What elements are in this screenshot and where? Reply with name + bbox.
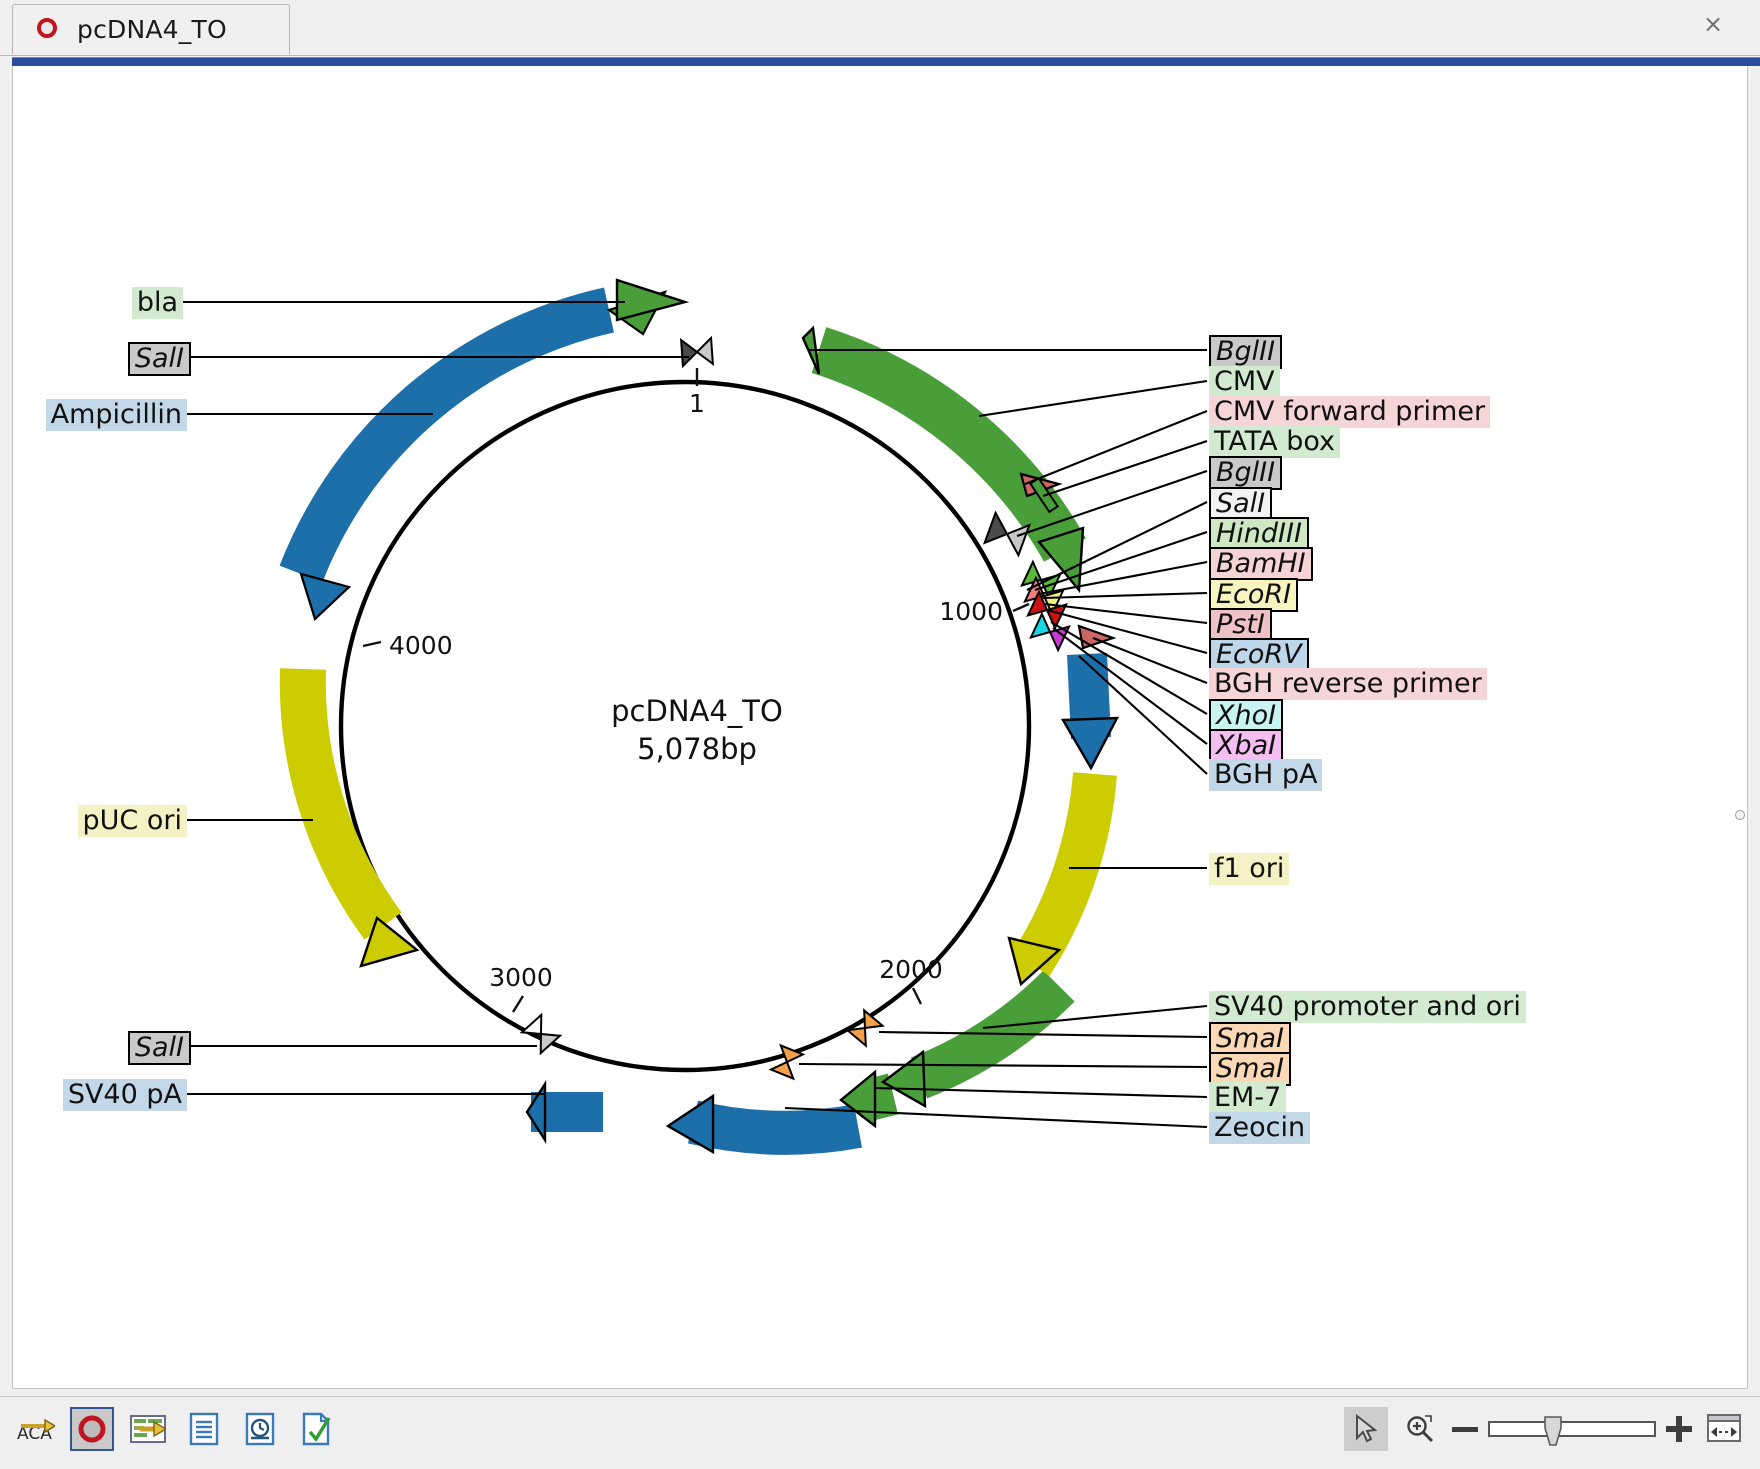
feature-label[interactable]: CMV forward primer	[1209, 396, 1491, 428]
enzyme-site-label[interactable]: SmaI	[1209, 1052, 1291, 1086]
map-size: 5,078bp	[637, 732, 757, 766]
enzyme-site-label[interactable]: BglII	[1209, 456, 1283, 490]
tick-label-4000: 4000	[389, 631, 453, 660]
fit-width-icon[interactable]	[1702, 1407, 1746, 1451]
plasmid-ring-icon	[35, 16, 63, 44]
feature-label[interactable]: SV40 promoter and ori	[1209, 991, 1526, 1023]
ruler-origin: 1	[689, 368, 705, 418]
enzyme-site-label[interactable]: BglII	[1209, 335, 1283, 369]
sequence-icon[interactable]	[126, 1407, 170, 1451]
feature-label[interactable]: TATA box	[1209, 426, 1341, 458]
feature-label[interactable]: bla	[131, 287, 183, 319]
translate-icon[interactable]: ACA	[14, 1407, 58, 1451]
enzyme-site-label[interactable]: BamHI	[1209, 547, 1313, 581]
ruler-3000: 3000	[489, 963, 553, 1013]
zoom-in-icon[interactable]	[1666, 1416, 1692, 1442]
close-icon[interactable]: ×	[1702, 12, 1724, 36]
feature-label[interactable]: EM-7	[1209, 1082, 1287, 1114]
tab-underline	[0, 55, 1760, 56]
tick-label-2000: 2000	[879, 955, 943, 984]
enzyme-site-label[interactable]: PstI	[1209, 608, 1272, 642]
feature-label[interactable]: CMV	[1209, 366, 1280, 398]
ruler-4000: 4000	[362, 631, 453, 660]
bottom-toolbar: ACA	[0, 1396, 1760, 1469]
tick-label-3000: 3000	[489, 963, 553, 992]
enzyme-site-label[interactable]: XbaI	[1209, 729, 1284, 763]
zoom-tool-icon[interactable]	[1398, 1407, 1442, 1451]
zoom-slider[interactable]	[1488, 1416, 1656, 1446]
zoom-slider-thumb	[1544, 1416, 1562, 1446]
feature-label[interactable]: pUC ori	[77, 805, 187, 837]
tab-pcdna4-to[interactable]: pcDNA4_TO	[12, 4, 290, 54]
active-document-bar	[12, 58, 1760, 66]
enzyme-site-label[interactable]: EcoRI	[1209, 578, 1299, 612]
plasmid-viewer-window: pcDNA4_TO × .lead{stroke:#000;stroke-wid…	[0, 0, 1760, 1469]
enzyme-site-label[interactable]: SalI	[127, 342, 191, 376]
ruler-2000: 2000	[879, 955, 943, 1005]
map-canvas[interactable]: .lead{stroke:#000;stroke-width:2.1;fill:…	[12, 66, 1748, 1389]
feature-label[interactable]: BGH pA	[1209, 759, 1323, 791]
pointer-tool-icon[interactable]	[1344, 1407, 1388, 1451]
zoom-slider-track[interactable]	[1488, 1416, 1656, 1446]
enzymes-icon[interactable]	[182, 1407, 226, 1451]
enzyme-site-label[interactable]: EcoRV	[1209, 638, 1309, 672]
check-doc-icon[interactable]	[294, 1407, 338, 1451]
tab-bar: pcDNA4_TO ×	[0, 0, 1760, 56]
tick-label-1: 1	[689, 389, 705, 418]
enzyme-site-label[interactable]: XhoI	[1209, 699, 1284, 733]
ruler-1000: 1000	[939, 597, 1030, 626]
tick-label-1000: 1000	[939, 597, 1003, 626]
history-icon[interactable]	[238, 1407, 282, 1451]
site-marker-sali-top	[679, 335, 715, 369]
zoom-out-icon[interactable]	[1452, 1426, 1478, 1432]
enzyme-site-label[interactable]: SmaI	[1209, 1022, 1291, 1056]
plasmid-map-icon[interactable]	[70, 1407, 114, 1451]
tab-label: pcDNA4_TO	[77, 15, 227, 44]
map-name: pcDNA4_TO	[611, 694, 783, 728]
feature-label[interactable]: Zeocin	[1209, 1112, 1311, 1144]
feature-label[interactable]: Ampicillin	[45, 399, 187, 431]
feature-label[interactable]: f1 ori	[1209, 853, 1290, 885]
enzyme-site-label[interactable]: SalI	[127, 1031, 191, 1065]
enzyme-site-label[interactable]: HindIII	[1209, 517, 1309, 551]
vertical-scroll-nub[interactable]	[1735, 810, 1745, 836]
plasmid-map-svg: .lead{stroke:#000;stroke-width:2.1;fill:…	[177, 278, 1208, 1155]
feature-label[interactable]: SV40 pA	[62, 1079, 187, 1111]
enzyme-site-label[interactable]: SalI	[1209, 487, 1273, 521]
feature-label[interactable]: BGH reverse primer	[1209, 668, 1487, 700]
